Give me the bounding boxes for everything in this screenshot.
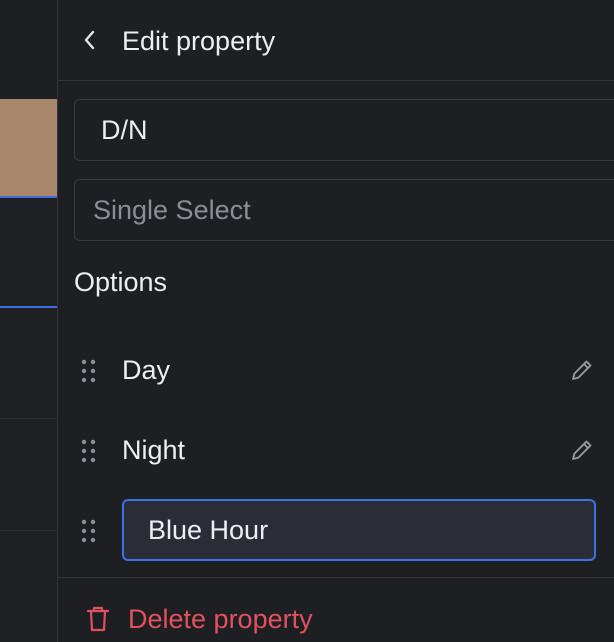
drag-handle-icon[interactable] <box>80 438 98 464</box>
pencil-icon[interactable] <box>568 436 596 464</box>
back-button[interactable] <box>76 26 104 54</box>
options-section-label: Options <box>74 267 168 297</box>
option-row-night: Night <box>58 420 614 480</box>
footer-divider <box>58 577 614 578</box>
row-divider-selected <box>0 196 57 198</box>
pencil-icon[interactable] <box>568 356 596 384</box>
drag-handle-icon[interactable] <box>80 518 98 544</box>
property-type-select[interactable]: Single Select <box>74 179 614 241</box>
option-label: Night <box>122 435 186 465</box>
row-divider <box>0 530 57 531</box>
edit-property-panel: Edit property Single Select Options Day <box>57 0 614 642</box>
trash-icon <box>86 606 110 632</box>
background-table <box>0 0 57 642</box>
option-label: Day <box>122 355 171 385</box>
panel-header: Edit property <box>58 0 614 81</box>
delete-property-button[interactable]: Delete property <box>58 596 614 642</box>
drag-handle-icon[interactable] <box>80 358 98 384</box>
table-header-strip <box>0 0 57 99</box>
delete-property-label: Delete property <box>128 604 313 634</box>
app-root: Edit property Single Select Options Day <box>0 0 614 642</box>
table-cell-swatch[interactable] <box>0 99 57 196</box>
option-row-editing <box>58 499 614 561</box>
row-divider <box>0 418 57 419</box>
option-name-input[interactable] <box>122 499 596 561</box>
page-title: Edit property <box>122 26 276 56</box>
property-type-label: Single Select <box>93 194 251 225</box>
chevron-left-icon <box>84 30 95 50</box>
property-name-input[interactable] <box>74 99 614 161</box>
row-divider-selected <box>0 306 57 308</box>
option-row-day: Day <box>58 340 614 400</box>
